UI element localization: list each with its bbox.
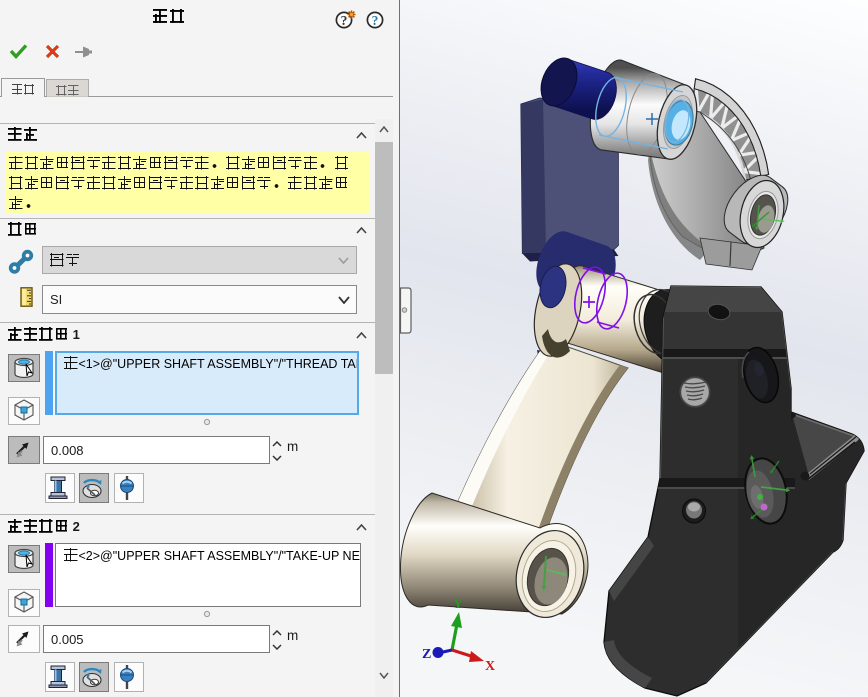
- svg-text:Y: Y: [453, 597, 463, 612]
- svg-text:X: X: [485, 659, 495, 674]
- svg-text:?: ?: [341, 13, 348, 28]
- svg-text:?: ?: [372, 13, 379, 28]
- svg-text:Z: Z: [422, 647, 431, 662]
